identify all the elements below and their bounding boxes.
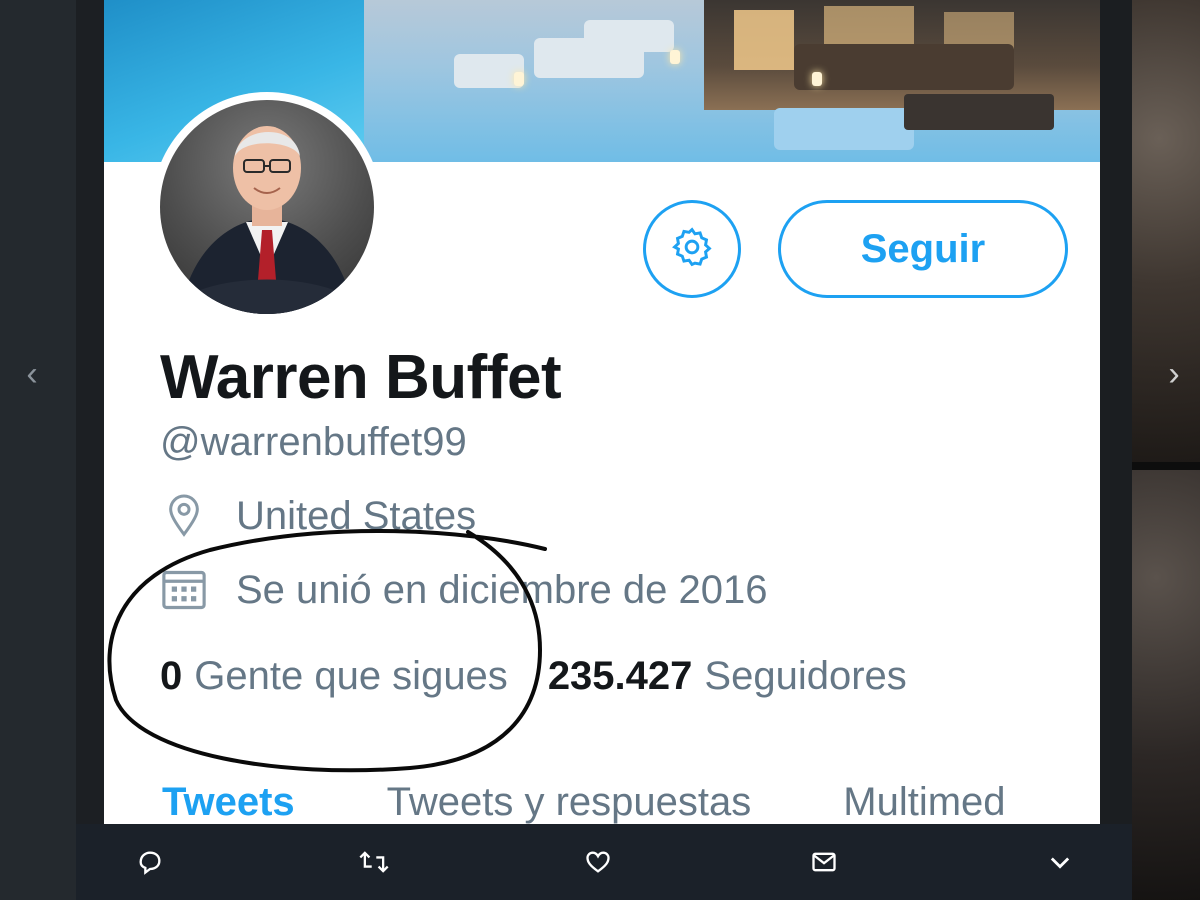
follow-button-label: Seguir	[860, 226, 986, 271]
profile-handle: @warrenbuffet99	[160, 420, 467, 464]
gear-icon	[670, 225, 714, 274]
lightbox-right-panel	[1100, 0, 1132, 900]
followers-count: 235.427	[547, 654, 693, 698]
tab-tweets[interactable]: Tweets	[162, 780, 295, 824]
reply-icon[interactable]	[134, 846, 166, 878]
like-icon[interactable]	[582, 846, 614, 878]
profile-screenshot: Seguir Warren Buffet @warrenbuffet99 Uni…	[104, 0, 1100, 824]
settings-button[interactable]	[643, 200, 741, 298]
location-text: United States	[236, 493, 477, 538]
following-label: Gente que sigues	[194, 654, 508, 698]
lightbox-left-strip	[76, 0, 104, 900]
message-icon[interactable]	[808, 846, 840, 878]
following-count: 0	[160, 654, 183, 698]
avatar-photo	[160, 100, 374, 314]
lightbox-left-panel	[0, 0, 76, 900]
tab-media[interactable]: Multimed	[843, 780, 1005, 824]
following-stat[interactable]: 0 Gente que sigues	[160, 654, 508, 699]
retweet-icon[interactable]	[358, 846, 390, 878]
profile-stats: 0 Gente que sigues 235.427 Seguidores	[160, 654, 907, 699]
joined-text: Se unió en diciembre de 2016	[236, 567, 768, 612]
chevron-right-icon[interactable]: ›	[1156, 352, 1192, 396]
tab-tweets-and-replies[interactable]: Tweets y respuestas	[387, 780, 752, 824]
calendar-icon	[160, 566, 208, 614]
chevron-left-icon[interactable]: ‹	[14, 352, 50, 396]
followers-stat[interactable]: 235.427 Seguidores	[548, 654, 907, 699]
thumbnail-image[interactable]	[1132, 470, 1200, 900]
chevron-down-icon[interactable]	[1044, 846, 1076, 878]
location-pin-icon	[160, 492, 208, 540]
joined-row: Se unió en diciembre de 2016	[160, 566, 767, 614]
follow-button[interactable]: Seguir	[778, 200, 1068, 298]
profile-tabs: Tweets Tweets y respuestas Multimed	[162, 780, 1098, 824]
profile-name: Warren Buffet	[160, 343, 562, 412]
followers-label: Seguidores	[704, 654, 907, 698]
location-row: United States	[160, 492, 476, 540]
avatar[interactable]	[152, 92, 382, 322]
